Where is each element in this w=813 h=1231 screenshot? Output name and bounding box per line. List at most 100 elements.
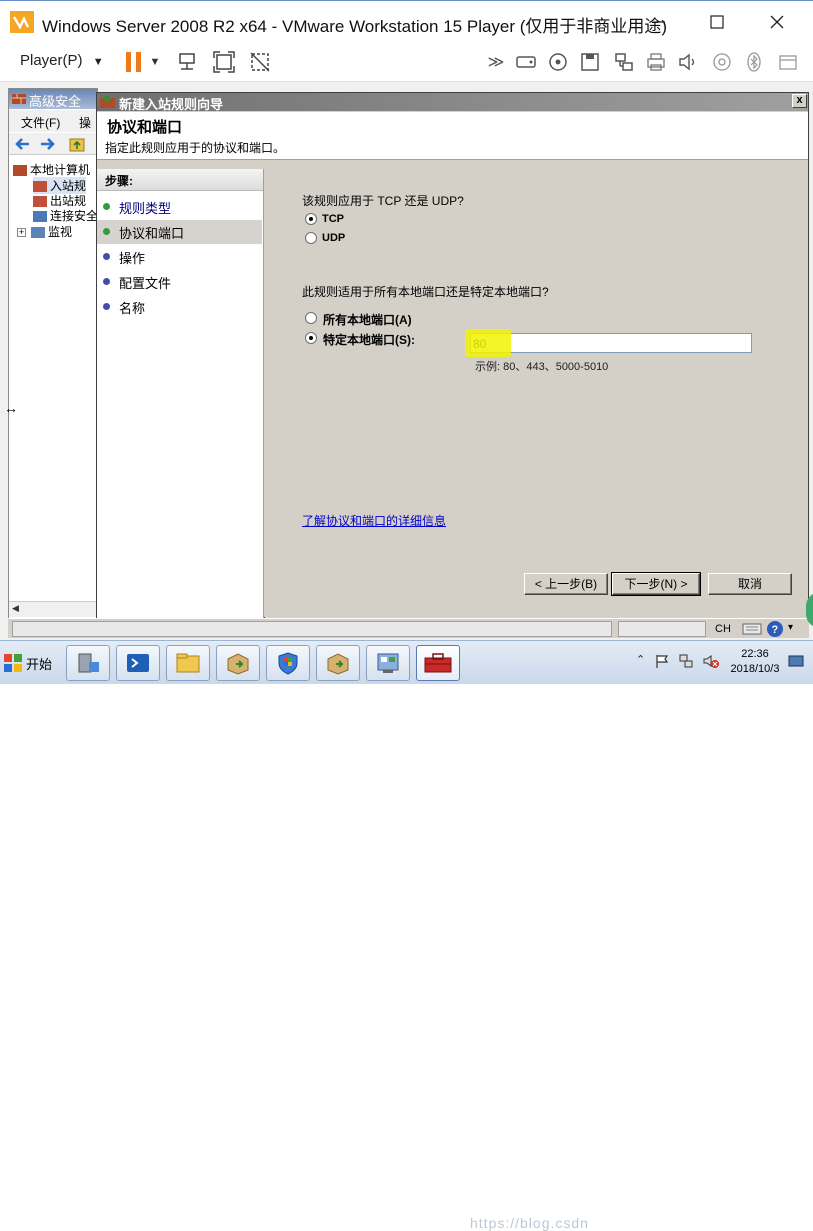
dialog-title: 新建入站规则向导: [119, 97, 224, 112]
specific-ports-input[interactable]: [470, 333, 752, 353]
scroll-left-icon[interactable]: ◀: [12, 603, 19, 614]
vmware-logo-icon: [10, 11, 34, 33]
step-label: 规则类型: [119, 201, 172, 216]
udp-radio[interactable]: [305, 232, 317, 244]
taskbar-powershell[interactable]: [116, 645, 160, 681]
folder-icon: [176, 653, 200, 673]
vmware-title-bar: Windows Server 2008 R2 x64 - VMware Work…: [0, 0, 813, 42]
bluetooth-button[interactable]: [742, 50, 766, 74]
camera-button[interactable]: [710, 50, 734, 74]
hard-disk-button[interactable]: [514, 50, 538, 74]
pause-dropdown[interactable]: ▼: [148, 50, 162, 74]
cd-dvd-icon: [549, 53, 567, 71]
send-ctrl-alt-del-icon: [179, 53, 195, 70]
mmc-tree: 本地计算机 入站规 出站规 连接安全 + 监视: [9, 157, 98, 617]
taskbar-package[interactable]: [216, 645, 260, 681]
chevron-down-icon: ▼: [149, 56, 161, 68]
control-panel-icon: [377, 653, 399, 673]
minimize-icon: [653, 21, 665, 23]
pause-button[interactable]: [122, 50, 146, 74]
cd-dvd-button[interactable]: [546, 50, 570, 74]
clock-date: 2018/10/3: [730, 663, 780, 675]
all-ports-radio[interactable]: [305, 312, 317, 324]
sound-icon: [679, 53, 695, 71]
floppy-button[interactable]: [578, 50, 602, 74]
show-hidden-icons-button[interactable]: ⌃: [636, 653, 645, 666]
chevron-down-icon[interactable]: ▾: [788, 622, 793, 633]
bluetooth-icon: [747, 52, 761, 72]
unity-button[interactable]: [248, 50, 272, 74]
dialog-subheading: 指定此规则应用于的协议和端口。: [105, 141, 286, 155]
maximize-icon: [710, 15, 724, 29]
taskbar-control-panel[interactable]: [366, 645, 410, 681]
content-panel: 该规则应用于 TCP 还是 UDP? TCP UDP 此规则适用于所有本地端口还…: [265, 169, 808, 619]
window-title: Windows Server 2008 R2 x64 - VMware Work…: [42, 17, 668, 36]
forward-button[interactable]: ≫: [484, 50, 508, 74]
printer-icon: [647, 53, 665, 71]
minimize-button[interactable]: [636, 7, 682, 37]
taskbar-security[interactable]: [266, 645, 310, 681]
tcp-radio[interactable]: [305, 213, 317, 225]
taskbar-explorer[interactable]: [166, 645, 210, 681]
start-button[interactable]: 开始: [4, 649, 56, 677]
dialog-header: 协议和端口 指定此规则应用于的协议和端口。: [97, 112, 808, 160]
windows-logo-icon: [4, 654, 22, 672]
mmc-toolbar: [9, 133, 97, 155]
up-folder-icon[interactable]: [69, 136, 85, 152]
dialog-close-button[interactable]: x: [792, 94, 807, 108]
help-icon[interactable]: ?: [766, 620, 784, 638]
printer-button[interactable]: [644, 50, 668, 74]
next-button[interactable]: 下一步(N) >: [611, 572, 701, 596]
tree-monitoring[interactable]: + 监视: [17, 223, 72, 240]
specific-ports-label: 特定本地端口(S):: [323, 333, 415, 347]
menu-file[interactable]: 文件(F): [21, 114, 60, 131]
network-tray-icon[interactable]: [678, 653, 694, 669]
network-button[interactable]: [612, 50, 636, 74]
learn-more-link[interactable]: 了解协议和端口的详细信息: [302, 512, 446, 529]
tree-connection-security[interactable]: 连接安全: [33, 207, 98, 224]
specific-ports-radio[interactable]: [305, 332, 317, 344]
camera-icon: [713, 53, 731, 71]
firewall-icon: [12, 94, 26, 104]
tree-local-computer[interactable]: 本地计算机: [13, 161, 90, 178]
taskbar-server-manager[interactable]: [66, 645, 110, 681]
player-menu[interactable]: Player(P) ▼: [20, 52, 104, 69]
tree-label: 监视: [48, 225, 73, 239]
cancel-button[interactable]: 取消: [708, 573, 792, 595]
show-desktop-icon[interactable]: [788, 653, 804, 669]
monitor-icon: [31, 227, 45, 239]
step-protocol-ports[interactable]: 协议和端口: [97, 220, 262, 244]
taskbar-package-2[interactable]: [316, 645, 360, 681]
expand-icon[interactable]: +: [17, 228, 26, 238]
language-indicator[interactable]: CH: [710, 619, 736, 639]
step-rule-type[interactable]: 规则类型: [97, 195, 262, 219]
pause-icon: [126, 52, 141, 72]
action-center-flag-icon[interactable]: [654, 653, 670, 669]
usb-button[interactable]: [776, 50, 800, 74]
shield-icon: [278, 652, 298, 675]
step-pending-icon: [103, 253, 110, 260]
sound-button[interactable]: [676, 50, 700, 74]
back-button[interactable]: < 上一步(B): [524, 573, 608, 595]
all-ports-label: 所有本地端口(A): [323, 313, 412, 327]
close-button[interactable]: [754, 7, 800, 37]
tree-label: 本地计算机: [30, 163, 91, 177]
package-icon: [227, 653, 249, 675]
inbound-rules-icon: [33, 181, 47, 193]
forward-arrow-icon[interactable]: [39, 137, 55, 151]
guest-desktop: 高级安全 文件(F) 操作 本地计算机 入站规 出站规 连接安全 +: [0, 82, 813, 1231]
horizontal-scrollbar[interactable]: ◀: [9, 601, 97, 617]
server-manager-icon: [78, 653, 99, 673]
taskbar-firewall-active[interactable]: [416, 645, 460, 681]
keyboard-icon[interactable]: [742, 622, 762, 636]
forward-icon: ≫: [487, 54, 505, 71]
speaker-muted-icon[interactable]: [702, 653, 720, 669]
maximize-button[interactable]: [694, 7, 740, 37]
ports-example: 示例: 80、443、5000-5010: [475, 361, 609, 373]
fit-guest-button[interactable]: [212, 50, 236, 74]
status-pane: [618, 621, 706, 637]
clock[interactable]: 22:36 2018/10/3: [726, 647, 784, 677]
send-ctrl-alt-del-button[interactable]: [176, 50, 200, 74]
back-arrow-icon[interactable]: [15, 137, 31, 151]
outbound-rules-icon: [33, 196, 47, 208]
